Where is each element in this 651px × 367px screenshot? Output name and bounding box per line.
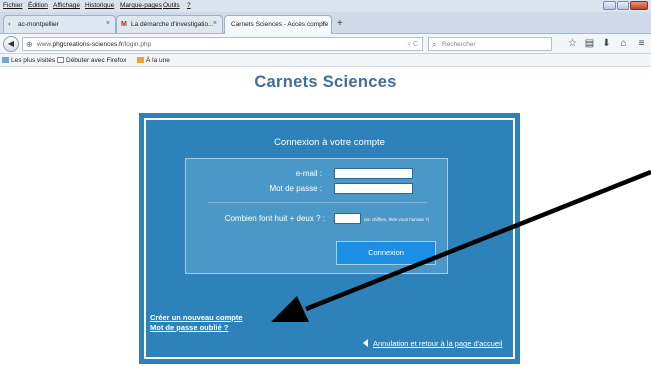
menu-marque-pages[interactable]: Marque-pages xyxy=(120,2,162,9)
downloads-icon[interactable]: ⬇ xyxy=(601,38,612,49)
connect-button[interactable]: Connexion xyxy=(336,241,436,265)
tab-label: Carnets Sciences - Accès compte xyxy=(231,21,329,28)
bookmark-most-visited[interactable]: Les plus visités xyxy=(2,57,55,64)
close-tab-icon[interactable]: × xyxy=(106,20,110,27)
site-favicon-icon: M xyxy=(121,21,127,28)
forgot-password-link[interactable]: Mot de passe oublié ? xyxy=(150,323,228,332)
menu-edition[interactable]: Édition xyxy=(28,2,48,9)
menu-icon[interactable]: ≡ xyxy=(636,38,647,49)
captcha-field[interactable] xyxy=(334,213,361,224)
globe-icon: ◐ xyxy=(8,21,13,28)
close-window-button[interactable] xyxy=(630,1,648,10)
password-label: Mot de passe : xyxy=(269,184,322,193)
bookmarks-bar: Les plus visités Débuter avec Firefox À … xyxy=(0,54,651,67)
back-triangle-icon xyxy=(363,339,368,347)
search-placeholder: Rechercher xyxy=(442,41,476,48)
search-icon: ⌕ xyxy=(432,40,437,49)
login-panel-frame: Connexion à votre compte e-mail : Mot de… xyxy=(144,118,515,359)
menu-historique[interactable]: Historique xyxy=(85,2,114,9)
reload-icon[interactable]: ▿ C xyxy=(407,40,418,48)
tab-demarche[interactable]: M La démarche d'investigatio... × xyxy=(116,15,223,33)
window-controls xyxy=(603,1,649,11)
close-tab-icon[interactable]: × xyxy=(322,20,326,27)
cancel-link-label: Annulation et retour à la page d'accueil xyxy=(373,339,503,348)
email-label: e-mail : xyxy=(295,169,322,178)
bookmark-folder-icon xyxy=(2,57,9,63)
tab-ac-montpellier[interactable]: ◐ ac-montpellier × xyxy=(3,15,116,33)
login-panel: Connexion à votre compte e-mail : Mot de… xyxy=(139,113,520,364)
captcha-label: Combien font huit + deux ? : xyxy=(224,214,325,223)
captcha-hint: (en chiffres, êtes vous humain ?) xyxy=(364,217,430,222)
tab-label: ac-montpellier xyxy=(18,21,59,28)
menu-bar: Fichier Édition Affichage Historique Mar… xyxy=(0,0,651,12)
back-arrow-icon: ◀ xyxy=(7,39,15,48)
search-bar[interactable]: ⌕ Rechercher xyxy=(428,37,552,51)
navigation-bar: ◀ ⊕ www.phgcreations-sciences.fr/login.p… xyxy=(0,34,651,54)
menu-outils[interactable]: Outils xyxy=(163,2,180,9)
tab-strip: ◐ ac-montpellier × M La démarche d'inves… xyxy=(0,12,651,34)
email-field[interactable] xyxy=(334,168,413,179)
menu-affichage[interactable]: Affichage xyxy=(53,2,80,9)
bookmark-getting-started[interactable]: Débuter avec Firefox xyxy=(57,57,126,64)
menu-fichier[interactable]: Fichier xyxy=(3,2,23,9)
address-bar[interactable]: ⊕ www.phgcreations-sciences.fr/login.php… xyxy=(22,37,423,51)
create-account-link[interactable]: Créer un nouveau compte xyxy=(150,313,243,322)
close-tab-icon[interactable]: × xyxy=(213,20,217,27)
site-title: Carnets Sciences xyxy=(254,73,397,91)
minimize-button[interactable] xyxy=(603,1,616,10)
rss-folder-icon xyxy=(137,57,144,63)
bookmark-star-icon[interactable]: ☆ xyxy=(567,38,578,49)
back-button[interactable]: ◀ xyxy=(3,36,19,52)
form-divider xyxy=(208,202,427,203)
login-form: e-mail : Mot de passe : Combien font hui… xyxy=(185,158,448,274)
reading-list-icon[interactable]: ▤ xyxy=(584,38,595,49)
bookmark-a-la-une[interactable]: À la une xyxy=(137,57,170,64)
maximize-button[interactable] xyxy=(617,1,629,10)
password-field[interactable] xyxy=(334,183,413,194)
tab-label: La démarche d'investigatio... xyxy=(131,21,214,28)
address-text: www.phgcreations-sciences.fr/login.php xyxy=(37,41,152,48)
site-identity-icon: ⊕ xyxy=(26,40,33,49)
cancel-link[interactable]: Annulation et retour à la page d'accueil xyxy=(363,339,502,348)
menu-help[interactable]: ? xyxy=(187,2,191,9)
home-icon[interactable]: ⌂ xyxy=(618,38,629,49)
new-tab-button[interactable]: + xyxy=(337,18,343,29)
browser-window: Fichier Édition Affichage Historique Mar… xyxy=(0,0,651,367)
panel-title: Connexion à votre compte xyxy=(274,137,385,148)
tab-carnets-sciences[interactable]: Carnets Sciences - Accès compte × xyxy=(224,15,332,34)
page-icon xyxy=(57,57,64,63)
